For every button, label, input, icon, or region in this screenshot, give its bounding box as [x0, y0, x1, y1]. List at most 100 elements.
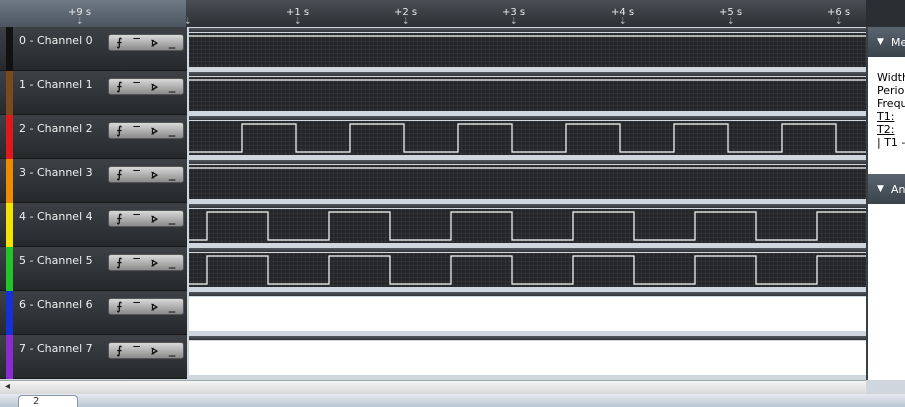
low-level-icon[interactable]: _: [169, 256, 176, 270]
channel-color-bar: [6, 159, 13, 203]
analyzers-header[interactable]: ▼ An: [868, 174, 905, 204]
falling-edge-icon[interactable]: ⦠: [151, 124, 158, 138]
high-level-icon[interactable]: ‾: [133, 212, 140, 226]
channel-label-panel[interactable]: 6 - Channel 6 ⨍ ‾ ⦠ _: [0, 291, 187, 335]
low-level-icon[interactable]: _: [169, 124, 176, 138]
high-level-icon[interactable]: ‾: [133, 36, 140, 50]
measure-t2[interactable]: T2:: [877, 123, 894, 136]
row-separator: [189, 292, 866, 296]
rising-edge-icon[interactable]: ⨍: [117, 36, 123, 50]
channel-label-panel[interactable]: 5 - Channel 5 ⨍ ‾ ⦠ _: [0, 247, 187, 291]
high-level-icon[interactable]: ‾: [133, 300, 140, 314]
measure-width: Width: [877, 71, 905, 84]
low-level-icon[interactable]: _: [169, 168, 176, 182]
channel-label-panel[interactable]: 4 - Channel 4 ⨍ ‾ ⦠ _: [0, 203, 187, 247]
trigger-buttons[interactable]: ⨍ ‾ ⦠ _: [108, 34, 184, 51]
scroll-left-icon[interactable]: ◂: [5, 381, 10, 392]
waveform-svg: [189, 35, 866, 37]
trigger-buttons[interactable]: ⨍ ‾ ⦠ _: [108, 254, 184, 271]
channel-color-bar: [6, 247, 13, 291]
high-level-icon[interactable]: ‾: [133, 80, 140, 94]
measure-t1[interactable]: T1:: [877, 110, 894, 123]
waveform-svg: [189, 255, 866, 285]
falling-edge-icon[interactable]: ⦠: [151, 256, 158, 270]
trigger-buttons[interactable]: ⨍ ‾ ⦠ _: [108, 210, 184, 227]
falling-edge-icon[interactable]: ⦠: [151, 344, 158, 358]
waveform-svg: [189, 79, 866, 81]
high-level-icon[interactable]: ‾: [133, 168, 140, 182]
tick-marker-icon: ⇣: [510, 17, 518, 27]
collapse-triangle-icon[interactable]: ▼: [877, 184, 884, 194]
low-level-icon[interactable]: _: [169, 36, 176, 50]
waveform-area[interactable]: [189, 33, 866, 67]
rising-edge-icon[interactable]: ⨍: [117, 80, 123, 94]
channel-label: 0 - Channel 0: [19, 34, 93, 47]
channel-label-panel[interactable]: 2 - Channel 2 ⨍ ‾ ⦠ _: [0, 115, 187, 159]
waveform-area[interactable]: [189, 165, 866, 199]
waveform-area[interactable]: [189, 77, 866, 111]
falling-edge-icon[interactable]: ⦠: [151, 80, 158, 94]
channel-label: 7 - Channel 7: [19, 342, 93, 355]
waveform-area[interactable]: [189, 121, 866, 155]
channel-label-panel[interactable]: 1 - Channel 1 ⨍ ‾ ⦠ _: [0, 71, 187, 115]
trigger-buttons[interactable]: ⨍ ‾ ⦠ _: [108, 166, 184, 183]
trigger-buttons[interactable]: ⨍ ‾ ⦠ _: [108, 298, 184, 315]
side-panel-top: [866, 0, 905, 27]
tick-marker-icon: ⇣: [184, 17, 192, 27]
channel-color-bar: [6, 335, 13, 379]
waveform-area[interactable]: [189, 341, 866, 375]
tick-marker-icon: ⇣: [835, 17, 843, 27]
channel-row: 5 - Channel 5 ⨍ ‾ ⦠ _: [0, 247, 866, 291]
horizontal-scrollbar[interactable]: ◂: [0, 380, 866, 394]
time-ruler[interactable]: +9 s ⇣ ⇣ +1 s ⇣ +2 s ⇣ +3 s ⇣ +4 s ⇣ +5 …: [0, 0, 866, 27]
low-level-icon[interactable]: _: [169, 80, 176, 94]
waveform-area[interactable]: [189, 253, 866, 287]
channel-row: 7 - Channel 7 ⨍ ‾ ⦠ _: [0, 335, 866, 379]
rising-edge-icon[interactable]: ⨍: [117, 344, 123, 358]
channel-label-panel[interactable]: 3 - Channel 3 ⨍ ‾ ⦠ _: [0, 159, 187, 203]
trigger-buttons[interactable]: ⨍ ‾ ⦠ _: [108, 78, 184, 95]
tick-marker-icon: ⇣: [402, 17, 410, 27]
high-level-icon[interactable]: ‾: [133, 124, 140, 138]
trigger-buttons[interactable]: ⨍ ‾ ⦠ _: [108, 122, 184, 139]
low-level-icon[interactable]: _: [169, 300, 176, 314]
waveform-area[interactable]: [189, 297, 866, 331]
trigger-buttons[interactable]: ⨍ ‾ ⦠ _: [108, 342, 184, 359]
falling-edge-icon[interactable]: ⦠: [151, 36, 158, 50]
measurements-header[interactable]: ▼ Me: [868, 27, 905, 57]
rising-edge-icon[interactable]: ⨍: [117, 124, 123, 138]
channel-label: 5 - Channel 5: [19, 254, 93, 267]
row-separator: [189, 72, 866, 76]
collapse-triangle-icon[interactable]: ▼: [877, 37, 884, 47]
tick-marker-icon: ⇣: [294, 17, 302, 27]
waveform-svg: [189, 123, 866, 153]
ruler-left-blank: [0, 0, 186, 27]
measure-frequency: Frequ: [877, 97, 905, 110]
channel-label-panel[interactable]: 7 - Channel 7 ⨍ ‾ ⦠ _: [0, 335, 187, 379]
rising-edge-icon[interactable]: ⨍: [117, 212, 123, 226]
rising-edge-icon[interactable]: ⨍: [117, 256, 123, 270]
waveform-trace: [189, 211, 866, 241]
falling-edge-icon[interactable]: ⦠: [151, 168, 158, 182]
low-level-icon[interactable]: _: [169, 344, 176, 358]
bottom-tab[interactable]: 2: [18, 395, 78, 407]
channel-color-bar: [6, 115, 13, 159]
channel-row: 4 - Channel 4 ⨍ ‾ ⦠ _: [0, 203, 866, 247]
channel-row: 6 - Channel 6 ⨍ ‾ ⦠ _: [0, 291, 866, 335]
measure-period: Period: [877, 84, 905, 97]
high-level-icon[interactable]: ‾: [133, 256, 140, 270]
channel-label: 2 - Channel 2: [19, 122, 93, 135]
tick-marker-icon: ⇣: [76, 17, 84, 27]
waveform-trace: [189, 123, 866, 153]
rising-edge-icon[interactable]: ⨍: [117, 300, 123, 314]
falling-edge-icon[interactable]: ⦠: [151, 212, 158, 226]
falling-edge-icon[interactable]: ⦠: [151, 300, 158, 314]
waveform-trace: [189, 255, 866, 285]
low-level-icon[interactable]: _: [169, 212, 176, 226]
channel-label-panel[interactable]: 0 - Channel 0 ⨍ ‾ ⦠ _: [0, 27, 187, 71]
rising-edge-icon[interactable]: ⨍: [117, 168, 123, 182]
row-separator: [189, 160, 866, 164]
channel-label: 1 - Channel 1: [19, 78, 93, 91]
high-level-icon[interactable]: ‾: [133, 344, 140, 358]
waveform-area[interactable]: [189, 209, 866, 243]
